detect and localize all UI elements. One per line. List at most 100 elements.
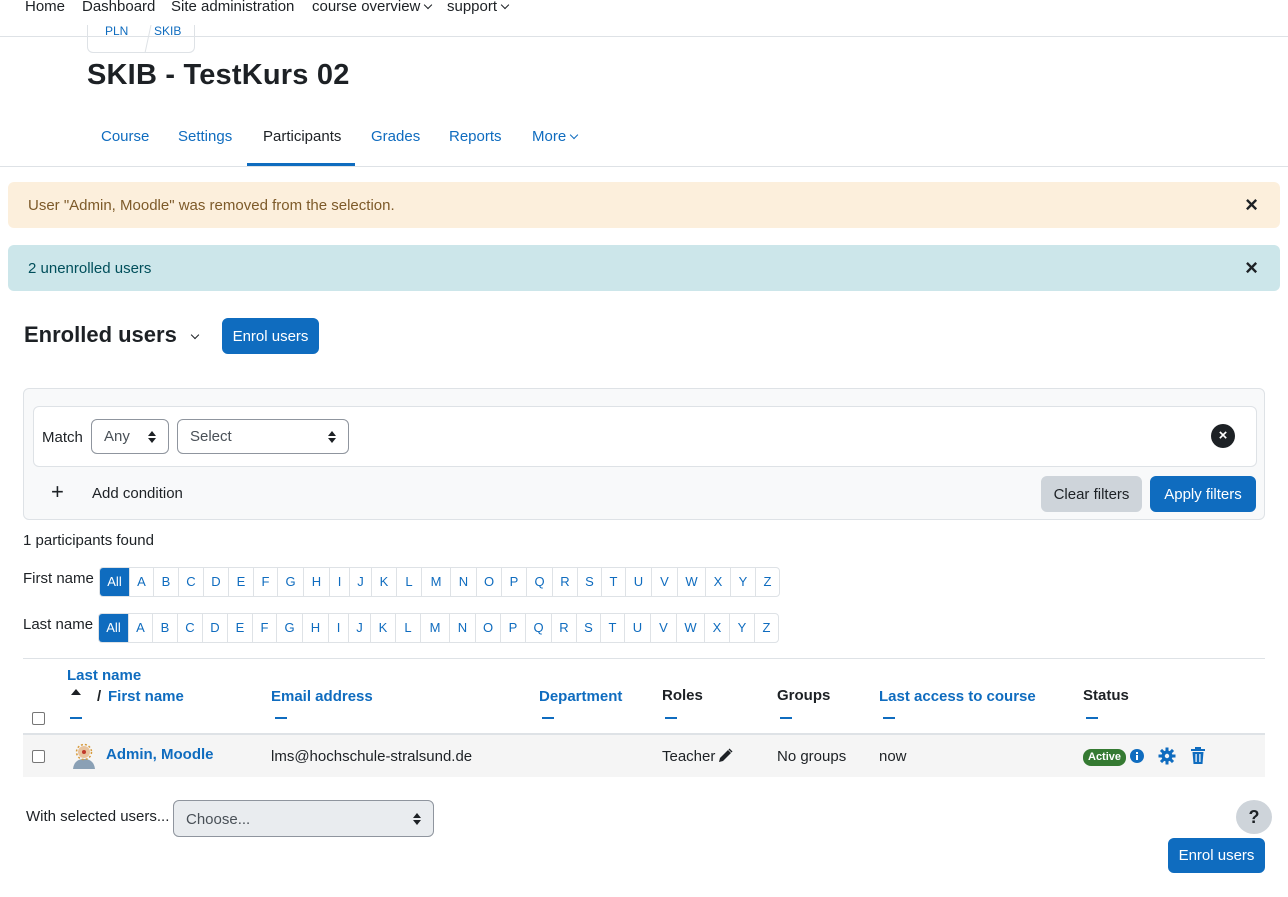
tab-grades[interactable]: Grades xyxy=(371,128,420,145)
first-initial-letter[interactable]: L xyxy=(397,568,422,596)
last-initial-letter[interactable]: S xyxy=(577,614,601,642)
nav-course-overview[interactable]: course overview xyxy=(312,0,433,15)
collapse-column-icon[interactable] xyxy=(883,717,895,719)
collapse-column-icon[interactable] xyxy=(780,717,792,719)
first-initial-letter[interactable]: Y xyxy=(731,568,756,596)
last-initial-letter[interactable]: G xyxy=(277,614,303,642)
nav-dashboard[interactable]: Dashboard xyxy=(82,0,155,15)
nav-support[interactable]: support xyxy=(447,0,510,15)
first-initial-letter[interactable]: Q xyxy=(527,568,553,596)
tab-settings[interactable]: Settings xyxy=(178,128,232,145)
first-initial-letter[interactable]: J xyxy=(350,568,372,596)
collapse-column-icon[interactable] xyxy=(1086,717,1098,719)
enrol-users-button[interactable]: Enrol users xyxy=(1168,838,1265,873)
apply-filters-button[interactable]: Apply filters xyxy=(1150,476,1256,512)
user-name-link[interactable]: Admin, Moodle xyxy=(106,746,214,763)
nav-site-administration[interactable]: Site administration xyxy=(171,0,294,15)
last-initial-letter[interactable]: H xyxy=(303,614,329,642)
last-initial-letter[interactable]: J xyxy=(349,614,371,642)
first-initial-letter[interactable]: X xyxy=(706,568,731,596)
last-initial-letter[interactable]: K xyxy=(371,614,396,642)
first-initial-letter[interactable]: I xyxy=(330,568,350,596)
trash-icon[interactable] xyxy=(1190,747,1206,765)
clear-filters-button[interactable]: Clear filters xyxy=(1041,476,1142,512)
first-initial-letter[interactable]: U xyxy=(626,568,652,596)
tab-participants[interactable]: Participants xyxy=(263,128,341,145)
nav-home[interactable]: Home xyxy=(25,0,65,15)
collapse-column-icon[interactable] xyxy=(665,717,677,719)
first-initial-letter[interactable]: B xyxy=(154,568,179,596)
add-condition-link[interactable]: Add condition xyxy=(92,485,183,502)
collapse-column-icon[interactable] xyxy=(275,717,287,719)
first-initial-letter[interactable]: K xyxy=(372,568,397,596)
last-initial-letter[interactable]: Q xyxy=(526,614,552,642)
last-initial-letter[interactable]: A xyxy=(129,614,153,642)
enrolled-users-heading[interactable]: Enrolled users xyxy=(24,322,200,348)
last-initial-letter[interactable]: P xyxy=(501,614,526,642)
first-initial-letter[interactable]: D xyxy=(204,568,229,596)
sort-last-access[interactable]: Last access to course xyxy=(879,688,1036,705)
first-initial-letter[interactable]: H xyxy=(304,568,330,596)
active-tab-indicator xyxy=(247,163,355,166)
gear-icon[interactable] xyxy=(1158,747,1176,765)
last-initial-letter[interactable]: V xyxy=(651,614,677,642)
enrol-users-button[interactable]: Enrol users xyxy=(222,318,319,354)
first-initial-all[interactable]: All xyxy=(100,568,130,596)
first-initial-letter[interactable]: S xyxy=(578,568,602,596)
last-initial-letter[interactable]: N xyxy=(450,614,476,642)
last-initial-letter[interactable]: L xyxy=(396,614,421,642)
first-initial-letter[interactable]: C xyxy=(179,568,204,596)
last-initial-letter[interactable]: T xyxy=(601,614,625,642)
last-initial-all[interactable]: All xyxy=(99,614,129,642)
first-initial-letter[interactable]: R xyxy=(553,568,578,596)
info-icon[interactable] xyxy=(1129,748,1145,764)
last-initial-letter[interactable]: O xyxy=(476,614,501,642)
plus-icon[interactable]: + xyxy=(51,481,64,503)
last-initial-letter[interactable]: R xyxy=(552,614,577,642)
collapse-column-icon[interactable] xyxy=(70,717,82,719)
last-initial-letter[interactable]: C xyxy=(178,614,203,642)
first-initial-letter[interactable]: Z xyxy=(756,568,779,596)
select-all-checkbox[interactable] xyxy=(32,712,45,725)
last-initial-letter[interactable]: B xyxy=(153,614,178,642)
first-initial-letter[interactable]: T xyxy=(602,568,626,596)
first-initial-letter[interactable]: M xyxy=(422,568,451,596)
last-initial-letter[interactable]: E xyxy=(228,614,253,642)
row-select-checkbox[interactable] xyxy=(32,750,45,763)
first-initial-letter[interactable]: N xyxy=(451,568,477,596)
close-icon[interactable]: × xyxy=(1245,194,1258,216)
last-initial-letter[interactable]: I xyxy=(329,614,349,642)
bulk-action-select[interactable]: Choose... xyxy=(173,800,434,837)
last-initial-letter[interactable]: F xyxy=(253,614,277,642)
last-initial-letter[interactable]: W xyxy=(677,614,705,642)
help-button[interactable]: ? xyxy=(1236,800,1272,834)
remove-filter-icon[interactable]: × xyxy=(1211,424,1235,448)
first-initial-letter[interactable]: W xyxy=(678,568,706,596)
sort-email[interactable]: Email address xyxy=(271,688,373,705)
last-initial-letter[interactable]: Z xyxy=(755,614,778,642)
last-initial-letter[interactable]: M xyxy=(421,614,450,642)
last-initial-letter[interactable]: D xyxy=(203,614,228,642)
first-initial-letter[interactable]: P xyxy=(502,568,527,596)
sort-last-name[interactable]: Last name xyxy=(67,667,141,684)
sort-first-name[interactable]: First name xyxy=(108,688,184,705)
first-initial-letter[interactable]: A xyxy=(130,568,154,596)
last-initial-letter[interactable]: X xyxy=(705,614,730,642)
first-initial-letter[interactable]: E xyxy=(229,568,254,596)
first-initial-letter[interactable]: O xyxy=(477,568,502,596)
first-initial-letter[interactable]: V xyxy=(652,568,678,596)
tab-reports[interactable]: Reports xyxy=(449,128,502,145)
tab-more[interactable]: More xyxy=(532,128,579,145)
match-label: Match xyxy=(42,429,83,446)
collapse-column-icon[interactable] xyxy=(542,717,554,719)
last-initial-letter[interactable]: U xyxy=(625,614,651,642)
tab-course[interactable]: Course xyxy=(101,128,149,145)
last-initial-letter[interactable]: Y xyxy=(730,614,755,642)
pencil-icon[interactable] xyxy=(716,747,734,765)
first-initial-letter[interactable]: F xyxy=(254,568,278,596)
sort-department[interactable]: Department xyxy=(539,688,622,705)
filter-type-select[interactable]: Select xyxy=(177,419,349,454)
first-initial-letter[interactable]: G xyxy=(278,568,304,596)
close-icon[interactable]: × xyxy=(1245,257,1258,279)
match-select[interactable]: Any xyxy=(91,419,169,454)
